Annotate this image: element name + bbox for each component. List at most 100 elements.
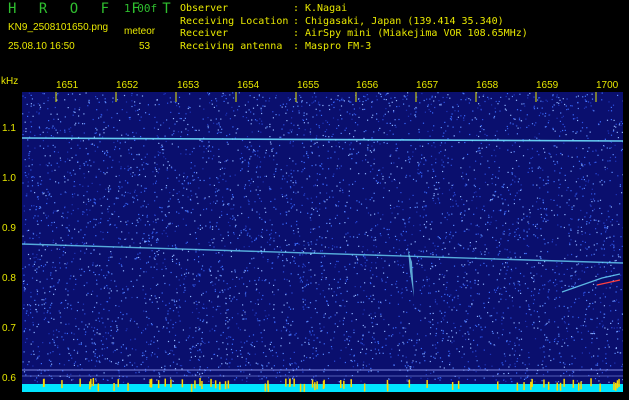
noise-dot [571, 372, 573, 375]
noise-dot [289, 331, 291, 333]
noise-dot [276, 163, 278, 165]
noise-dot [24, 288, 26, 290]
noise-dot [410, 290, 412, 292]
noise-dot [544, 151, 546, 153]
noise-dot [419, 230, 421, 232]
noise-dot [324, 296, 326, 298]
noise-dot [285, 222, 287, 224]
noise-dot [536, 107, 539, 109]
noise-dot [564, 126, 566, 128]
noise-dot [273, 159, 275, 161]
noise-dot [176, 177, 178, 179]
noise-dot [26, 176, 28, 178]
noise-dot [467, 179, 470, 181]
noise-dot [435, 254, 437, 256]
noise-dot [39, 106, 42, 108]
noise-dot [158, 373, 161, 375]
noise-dot [455, 203, 457, 205]
noise-dot [542, 201, 544, 203]
noise-dot [606, 333, 608, 335]
noise-dot [541, 107, 543, 109]
noise-dot [269, 189, 271, 191]
noise-dot [588, 179, 590, 181]
noise-dot [513, 282, 515, 284]
noise-dot [609, 205, 611, 207]
noise-dot [319, 341, 321, 343]
noise-dot [261, 337, 263, 339]
noise-dot [501, 198, 503, 200]
noise-dot [419, 171, 421, 173]
noise-dot [432, 129, 434, 131]
noise-dot [251, 345, 253, 347]
noise-dot [95, 96, 97, 98]
noise-dot [493, 149, 495, 151]
noise-dot [237, 184, 239, 186]
noise-dot [181, 368, 183, 370]
noise-dot [212, 242, 214, 244]
noise-dot [327, 150, 329, 152]
noise-dot [51, 127, 53, 129]
noise-dot [161, 211, 163, 213]
noise-dot [408, 133, 410, 135]
noise-dot [29, 308, 32, 310]
noise-dot [208, 141, 210, 143]
noise-dot [227, 231, 229, 233]
noise-dot [198, 261, 200, 263]
noise-dot [220, 312, 222, 315]
noise-dot [530, 272, 532, 274]
noise-dot [129, 354, 131, 356]
noise-dot [157, 218, 159, 220]
noise-dot [269, 126, 271, 128]
noise-dot [174, 169, 176, 171]
noise-dot [584, 99, 586, 101]
noise-dot [361, 265, 363, 267]
noise-dot [28, 154, 30, 156]
noise-dot [23, 286, 25, 289]
noise-dot [199, 179, 201, 181]
noise-dot [393, 247, 395, 249]
noise-dot [327, 365, 329, 367]
noise-dot [109, 288, 111, 290]
noise-dot [331, 104, 333, 106]
noise-dot [364, 108, 366, 110]
noise-dot [227, 143, 229, 145]
noise-dot [366, 207, 368, 209]
noise-dot [344, 141, 346, 144]
noise-dot [393, 364, 395, 366]
noise-dot [286, 109, 288, 111]
noise-dot [190, 295, 192, 298]
noise-dot [317, 146, 319, 148]
noise-dot [272, 129, 274, 131]
noise-dot [366, 295, 368, 297]
noise-dot [234, 115, 236, 117]
noise-dot [213, 155, 215, 157]
noise-dot [36, 293, 38, 295]
noise-dot [365, 154, 367, 156]
noise-dot [332, 196, 334, 198]
info-row-location: Receiving Location: Chigasaki, Japan (139… [180, 15, 504, 27]
noise-dot [164, 214, 166, 216]
noise-dot [371, 336, 374, 338]
noise-dot [348, 96, 350, 99]
noise-dot [613, 267, 615, 269]
noise-dot [95, 265, 97, 267]
noise-dot [289, 186, 292, 188]
noise-dot [205, 208, 208, 210]
noise-dot [349, 148, 351, 150]
noise-dot [117, 197, 119, 199]
noise-dot [30, 343, 32, 345]
noise-dot [370, 267, 372, 269]
noise-dot [345, 251, 347, 253]
noise-dot [215, 195, 217, 197]
noise-dot [460, 196, 462, 198]
noise-dot [468, 98, 470, 100]
noise-dot [584, 247, 587, 249]
noise-dot [417, 260, 420, 262]
noise-dot [66, 262, 69, 264]
noise-dot [321, 256, 323, 258]
noise-dot [353, 113, 355, 115]
noise-dot [122, 359, 124, 361]
noise-dot [465, 173, 467, 175]
noise-dot [537, 327, 539, 329]
noise-dot [145, 112, 147, 114]
